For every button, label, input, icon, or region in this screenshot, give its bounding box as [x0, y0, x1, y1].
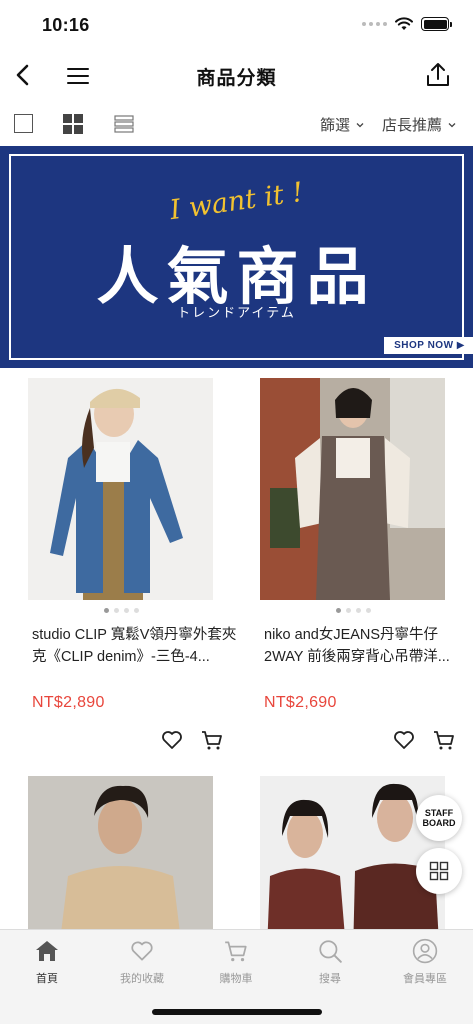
product-name[interactable]: studio CLIP 寬鬆V領丹寧外套夾克《CLIP denim》-三色-4.… [32, 624, 242, 668]
status-icons [362, 17, 452, 31]
staff-board-button[interactable]: STAFF BOARD [416, 795, 462, 841]
chevron-down-icon [448, 122, 456, 127]
signal-icon [362, 22, 387, 26]
list-view-icon[interactable] [114, 114, 134, 134]
product-image[interactable] [28, 776, 213, 929]
cart-icon [225, 941, 247, 962]
tab-label: 會員專區 [403, 973, 447, 985]
image-pager-dots [16, 608, 226, 613]
heart-icon[interactable] [392, 728, 416, 752]
grid-view-icon[interactable] [63, 114, 83, 134]
tab-favorites[interactable]: 我的收藏 [102, 938, 182, 986]
product-card[interactable]: niko and女JEANS丹寧牛仔2WAY 前後兩穿背心吊帶洋... NT$2… [248, 378, 473, 768]
promo-banner[interactable]: I want it ! 人氣商品 トレンドアイテム SHOP NOW ▶ [0, 146, 473, 368]
category-grid-button[interactable] [416, 848, 462, 894]
heart-icon[interactable] [160, 728, 184, 752]
tab-member[interactable]: 會員專區 [385, 938, 465, 986]
view-toolbar: 篩選 店長推薦 [0, 104, 473, 144]
home-icon [36, 941, 58, 961]
user-icon [412, 938, 438, 964]
image-pager-dots [248, 608, 458, 613]
product-image[interactable] [260, 776, 445, 929]
filter-button[interactable]: 篩選 [320, 114, 364, 135]
grid-icon [429, 861, 449, 881]
product-price: NT$2,890 [32, 694, 105, 711]
home-indicator [152, 1009, 322, 1015]
shop-now-button[interactable]: SHOP NOW ▶ [384, 337, 473, 354]
share-icon[interactable] [423, 60, 453, 90]
product-card[interactable]: studio CLIP 寬鬆V領丹寧外套夾克《CLIP denim》-三色-4.… [16, 378, 241, 768]
tab-label: 購物車 [219, 973, 253, 985]
search-icon [319, 940, 342, 963]
cart-icon[interactable] [200, 728, 224, 752]
sort-label: 店長推薦 [382, 117, 443, 134]
tab-search[interactable]: 搜尋 [290, 938, 370, 986]
sort-button[interactable]: 店長推薦 [382, 114, 456, 135]
product-card[interactable] [16, 776, 241, 929]
status-time: 10:16 [42, 15, 90, 35]
battery-icon [421, 17, 452, 31]
tab-label: 首頁 [36, 973, 58, 985]
heart-icon [131, 941, 153, 961]
tab-label: 我的收藏 [120, 973, 164, 985]
status-bar: 10:16 [0, 0, 473, 50]
page-title: 商品分類 [196, 68, 277, 89]
product-image[interactable] [28, 378, 213, 600]
product-name[interactable]: niko and女JEANS丹寧牛仔2WAY 前後兩穿背心吊帶洋... [264, 624, 473, 668]
nav-bar: 商品分類 [0, 50, 473, 102]
cart-icon[interactable] [432, 728, 456, 752]
tab-cart[interactable]: 購物車 [196, 938, 276, 986]
banner-subtitle: トレンドアイテム [177, 305, 296, 320]
filter-label: 篩選 [320, 117, 351, 134]
single-view-icon[interactable] [14, 114, 33, 133]
product-price: NT$2,690 [264, 694, 337, 711]
wifi-icon [395, 17, 413, 30]
product-image[interactable] [260, 378, 445, 600]
tab-label: 搜尋 [319, 973, 341, 985]
chevron-down-icon [356, 122, 364, 127]
tab-home[interactable]: 首頁 [7, 938, 87, 986]
